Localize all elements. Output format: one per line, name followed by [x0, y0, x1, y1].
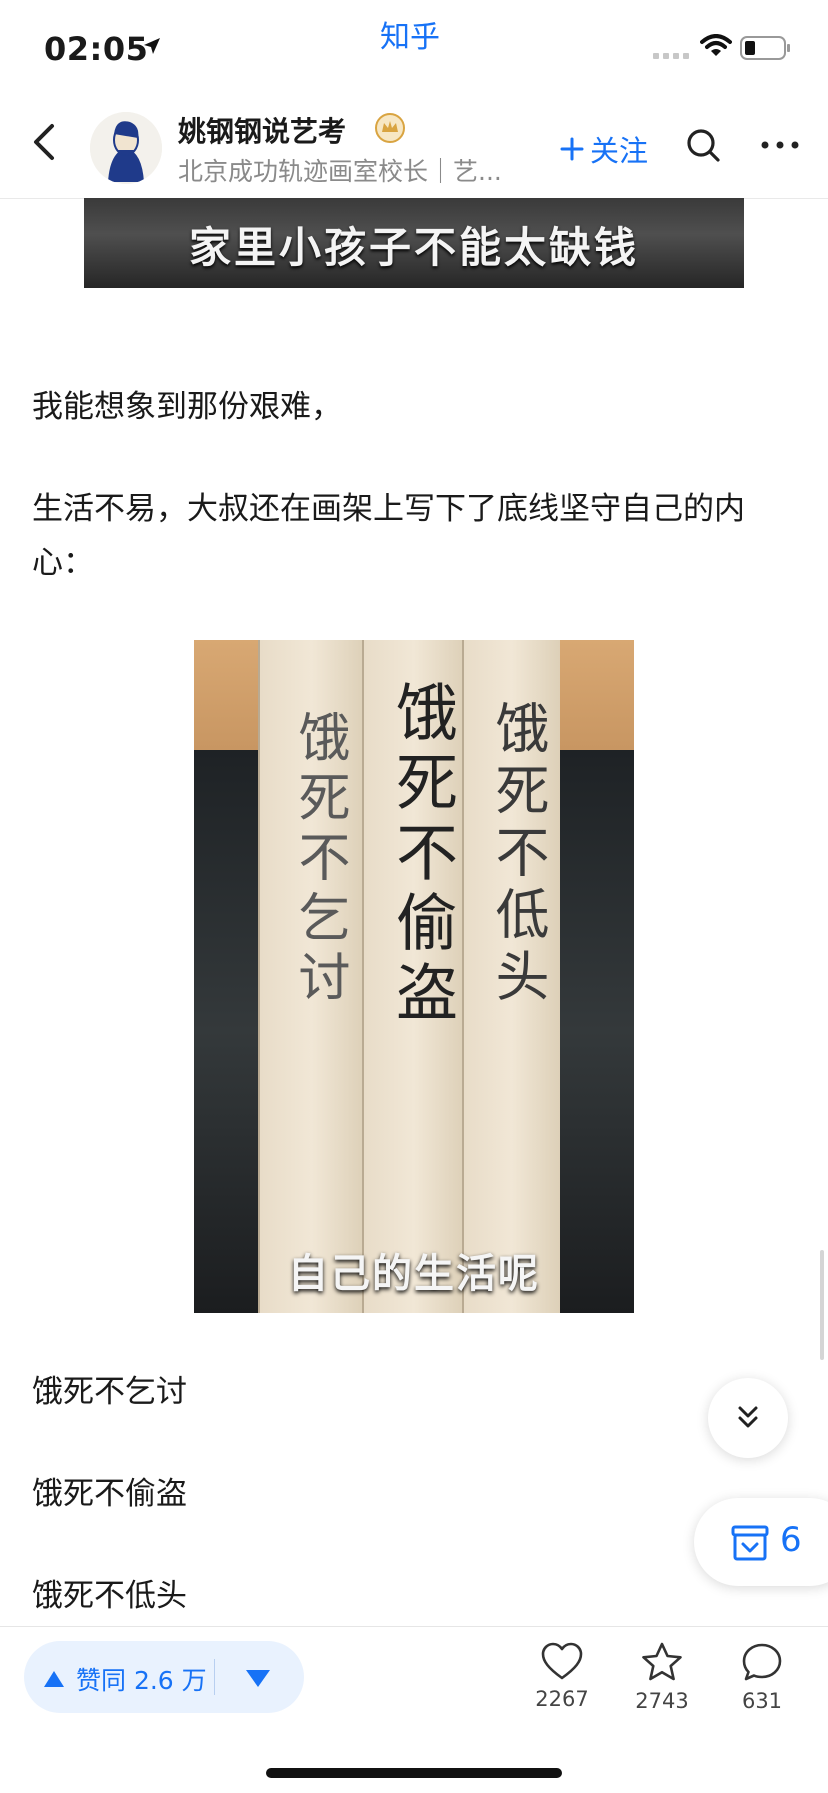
scrollbar[interactable] — [820, 1250, 824, 1360]
avatar-portrait-icon — [90, 112, 162, 184]
app-title: 知乎 — [380, 20, 440, 55]
author-header: 姚钢钢说艺考 北京成功轨迹画室校长｜艺... 关注 — [0, 90, 828, 199]
status-bar: 02:05 知乎 — [0, 0, 828, 90]
comment-count: 631 — [741, 1689, 783, 1713]
search-icon[interactable] — [686, 128, 720, 162]
comment-button[interactable]: 631 — [717, 1641, 807, 1713]
comment-bubble-icon — [742, 1643, 782, 1681]
follow-button[interactable]: 关注 — [560, 128, 648, 170]
status-time: 02:05 — [44, 30, 149, 68]
vote-up-button[interactable]: 赞同 2.6 万 — [42, 1661, 207, 1697]
paragraph-1: 我能想象到那份艰难， — [32, 389, 342, 425]
text-line-1: 饿死不乞讨 — [32, 1374, 187, 1410]
signal-icon — [653, 53, 689, 59]
like-button[interactable]: 2267 — [517, 1641, 607, 1711]
author-subtitle: 北京成功轨迹画室校长｜艺... — [178, 157, 502, 186]
collection-box-icon — [731, 1525, 769, 1561]
double-chevron-down-icon — [738, 1406, 758, 1428]
easel-photo[interactable]: 饿死不乞讨 饿死不偷盗 饿死不低头 自己的生活呢 — [194, 640, 634, 1313]
star-icon — [642, 1642, 682, 1681]
collection-count: 6 — [780, 1520, 802, 1560]
favorite-count: 2743 — [635, 1689, 689, 1713]
plus-icon — [560, 137, 584, 161]
vote-group: 赞同 2.6 万 — [24, 1641, 304, 1713]
crown-badge-icon — [375, 113, 405, 143]
image-caption: 家里小孩子不能太缺钱 — [188, 223, 639, 272]
photo-caption: 自己的生活呢 — [288, 1251, 540, 1297]
follow-label: 关注 — [590, 134, 649, 168]
heart-icon — [541, 1642, 583, 1680]
triangle-up-icon — [44, 1671, 64, 1687]
author-name[interactable]: 姚钢钢说艺考 — [178, 110, 346, 150]
more-icon[interactable] — [760, 140, 800, 150]
board-right-text: 饿死不低头 — [486, 700, 549, 1010]
back-button[interactable] — [28, 122, 62, 162]
paragraph-2: 生活不易，大叔还在画架上写下了底线坚守自己的内心： — [32, 491, 745, 581]
vote-up-label: 赞同 2.6 万 — [76, 1666, 207, 1695]
text-line-2: 饿死不偷盗 — [32, 1476, 187, 1512]
wifi-icon — [700, 34, 732, 56]
vote-down-button[interactable] — [244, 1667, 272, 1689]
avatar[interactable] — [90, 112, 162, 184]
video-still-image[interactable]: 家里小孩子不能太缺钱 — [84, 198, 744, 288]
board-middle-text: 饿死不偷盗 — [385, 680, 458, 1030]
board-left-text: 饿死不乞讨 — [289, 710, 349, 1010]
scroll-next-button[interactable] — [708, 1378, 788, 1458]
home-indicator[interactable] — [266, 1768, 562, 1778]
vote-divider — [214, 1659, 215, 1695]
location-arrow-icon — [144, 38, 160, 54]
like-count: 2267 — [535, 1687, 589, 1711]
favorite-button[interactable]: 2743 — [617, 1641, 707, 1713]
battery-icon — [740, 36, 790, 60]
text-line-3: 饿死不低头 — [32, 1578, 187, 1614]
collection-button[interactable]: 6 — [694, 1498, 828, 1586]
